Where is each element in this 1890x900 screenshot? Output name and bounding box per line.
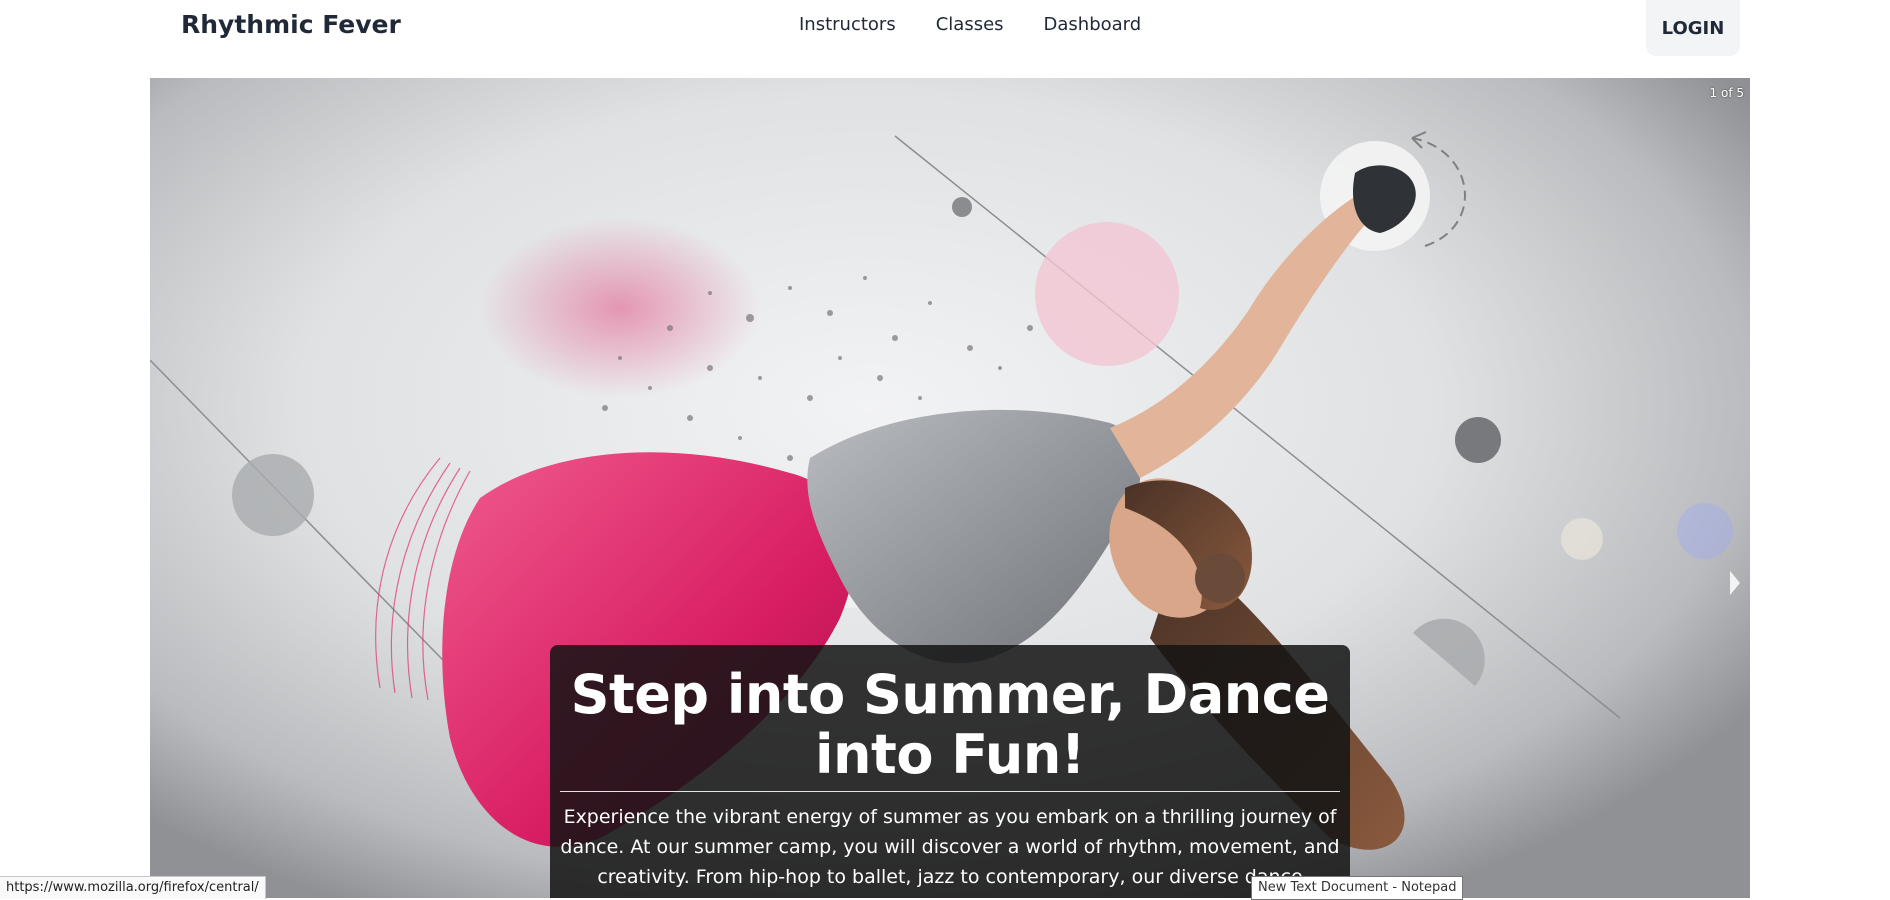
brand-logo-text[interactable]: Rhythmic Fever — [181, 10, 401, 39]
nav-link-instructors[interactable]: Instructors — [799, 14, 896, 35]
slide-title: Step into Summer, Dance into Fun! — [570, 663, 1330, 786]
main-nav: Instructors Classes Dashboard — [799, 14, 1141, 35]
slide-description: Experience the vibrant energy of summer … — [560, 806, 1340, 898]
taskbar-tooltip: New Text Document - Notepad — [1251, 876, 1464, 900]
nav-link-dashboard[interactable]: Dashboard — [1044, 14, 1142, 35]
site-header: Rhythmic Fever Instructors Classes Dashb… — [0, 0, 1890, 78]
browser-status-url: https://www.mozilla.org/firefox/central/ — [0, 876, 266, 899]
carousel-next-button[interactable] — [1725, 568, 1745, 598]
hero-carousel: 1 of 5 Step into Summer, Dance into Fun!… — [150, 78, 1750, 898]
chevron-right-icon — [1730, 571, 1740, 595]
nav-link-classes[interactable]: Classes — [936, 14, 1004, 35]
caption-divider — [560, 791, 1340, 792]
slide-counter: 1 of 5 — [1709, 86, 1744, 100]
slide-caption: Step into Summer, Dance into Fun! Experi… — [550, 645, 1350, 898]
login-button[interactable]: LOGIN — [1646, 0, 1740, 56]
